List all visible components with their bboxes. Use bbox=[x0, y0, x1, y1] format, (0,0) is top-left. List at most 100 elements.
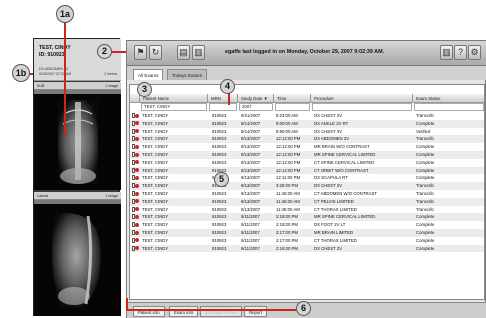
exam-status-icon[interactable] bbox=[132, 128, 139, 134]
table-row[interactable]: TEST, CINDY 910923 9/14/2007 8:50:00 AM DX C… bbox=[130, 128, 484, 136]
exam-status-icon[interactable] bbox=[132, 144, 139, 150]
patient-name: TEST, CINDY bbox=[39, 45, 71, 51]
refresh-icon[interactable]: ↻ bbox=[149, 45, 162, 60]
exam-status-icon[interactable] bbox=[132, 198, 139, 204]
settings-icon[interactable]: ⚙ bbox=[468, 45, 481, 60]
filter-procedure[interactable] bbox=[312, 103, 412, 111]
filter-study-date[interactable]: 2007 bbox=[239, 103, 273, 111]
cell-study-date: 9/13/2007 bbox=[241, 159, 261, 165]
cell-patient-name: TEST, CINDY bbox=[142, 214, 169, 220]
cell-mrn: 910923 bbox=[212, 144, 227, 150]
callout-4: 4 bbox=[220, 79, 235, 94]
column-header-study-date[interactable]: Study Date ▼ bbox=[238, 94, 274, 103]
table-row[interactable]: TEST, CINDY 910923 9/11/2007 2:18:00 PM MR S… bbox=[130, 213, 484, 222]
tab-patient-info[interactable]: Patient info bbox=[133, 306, 165, 317]
cell-study-date: 9/14/2007 bbox=[241, 120, 261, 126]
cell-exam-status: Transcrib bbox=[416, 113, 434, 118]
layout-icon[interactable]: ▥ bbox=[192, 45, 205, 60]
exam-status-icon[interactable] bbox=[132, 245, 139, 251]
table-row[interactable]: TEST, CINDY 910923 9/13/2007 12:12:00 PM DX … bbox=[130, 135, 484, 144]
filter-patient-name[interactable]: TEST, CINDY bbox=[141, 103, 207, 111]
exam-status-icon[interactable] bbox=[132, 214, 139, 220]
cell-time: 2:17:00 PM bbox=[276, 230, 298, 235]
exam-status-icon[interactable] bbox=[132, 136, 139, 142]
exam-status-icon[interactable] bbox=[132, 230, 139, 235]
cell-mrn: 910923 bbox=[212, 206, 227, 212]
exam-status-icon[interactable] bbox=[132, 183, 139, 189]
filter-exam-status[interactable] bbox=[414, 103, 484, 111]
series-count: 2 series bbox=[104, 72, 117, 76]
patient-image-panel: TEST, CINDY ID: 910923 DX ABDOMEN 2V 9/2… bbox=[33, 38, 121, 316]
table-row[interactable]: TEST, CINDY9109239/13/20073:26:00 PMDX C… bbox=[130, 182, 484, 190]
status-dot-icon bbox=[135, 246, 139, 251]
callout-5: 5 bbox=[214, 172, 229, 187]
xray-thumbnail-lateral[interactable] bbox=[34, 204, 121, 316]
table-row[interactable]: TEST, CINDY 910923 9/13/2007 12:12:00 PM MR … bbox=[130, 143, 484, 151]
table-row[interactable]: TEST, CINDY9109239/13/200712:11:00 PMDX … bbox=[130, 174, 484, 182]
search-person-icon[interactable]: ⚑ bbox=[134, 45, 147, 60]
exam-status-icon[interactable] bbox=[132, 237, 139, 243]
table-row[interactable]: TEST, CINDY 910923 9/13/2007 12:12:00 PM CT … bbox=[130, 159, 484, 167]
exam-status-icon[interactable] bbox=[132, 113, 139, 118]
table-row[interactable]: TEST, CINDY 910923 9/13/2007 12:12:00 PM MR … bbox=[130, 151, 484, 159]
nav-icon[interactable]: ▤ bbox=[177, 45, 190, 60]
cell-procedure: MR BRAIN W/O CONTRAST bbox=[314, 144, 370, 150]
table-row[interactable]: TEST, CINDY 910923 9/11/2007 2:17:00 PM MR B… bbox=[130, 229, 484, 237]
cell-exam-status: Complete bbox=[416, 214, 435, 220]
cell-study-date: 9/11/2007 bbox=[241, 245, 260, 251]
table-row[interactable]: TEST, CINDY 910923 9/11/2007 2:16:00 PM DX C… bbox=[130, 244, 484, 253]
filter-mrn[interactable] bbox=[209, 103, 237, 111]
exam-status-icon[interactable] bbox=[132, 175, 139, 181]
tab-zoomage-viewer[interactable]: Zoomage Viewer bbox=[200, 306, 243, 317]
cell-study-date: 9/13/2007 bbox=[241, 175, 261, 181]
table-row[interactable]: TEST, CINDY 910923 9/21/2007 8:23:00 AM DX C… bbox=[130, 112, 484, 120]
cell-exam-status: Transcrib bbox=[416, 206, 434, 212]
cell-mrn: 910923 bbox=[212, 230, 227, 235]
exam-status-icon[interactable] bbox=[132, 152, 139, 157]
cell-procedure: MR BRAIN LIMITED bbox=[314, 230, 354, 235]
cell-exam-status: Complete bbox=[416, 237, 435, 243]
table-row[interactable]: TEST, CINDY 910923 9/14/2007 9:00:00 AM DX A… bbox=[130, 119, 484, 128]
cell-patient-name: TEST, CINDY bbox=[142, 159, 169, 165]
exam-status-icon[interactable] bbox=[132, 159, 139, 165]
icon-column-header bbox=[130, 94, 140, 103]
cell-time: 11:46:00 AM bbox=[276, 191, 300, 196]
tab-todays-exams[interactable]: Todays Exams bbox=[167, 69, 207, 80]
column-header-time[interactable]: Time bbox=[274, 94, 311, 103]
exam-status-icon[interactable] bbox=[132, 206, 139, 212]
tab-all-exams[interactable]: All Exams bbox=[133, 69, 164, 80]
table-row[interactable]: TEST, CINDY 910923 9/13/2007 12:12:00 PM CT … bbox=[130, 166, 484, 175]
table-row[interactable]: TEST, CINDY 910923 9/11/2007 2:18:00 PM DX F… bbox=[130, 221, 484, 229]
table-row[interactable]: TEST, CINDY 910923 9/13/2007 11:45:00 AM CT … bbox=[130, 206, 484, 214]
table-row[interactable]: TEST, CINDY 910923 9/11/2007 2:17:00 PM CT T… bbox=[130, 237, 484, 245]
xray-thumbnail-kub[interactable] bbox=[34, 94, 121, 190]
tab-exam-info[interactable]: Exam info bbox=[169, 306, 199, 317]
exam-status-icon[interactable] bbox=[132, 120, 139, 126]
exam-status-icon[interactable] bbox=[132, 167, 139, 173]
series-title-bar[interactable]: Lateral 1 image bbox=[34, 192, 121, 200]
table-row[interactable]: TEST, CINDY 910923 9/13/2007 11:46:00 AM CT … bbox=[130, 197, 484, 206]
table-row[interactable]: TEST, CINDY 910923 9/13/2007 11:46:00 AM CT … bbox=[130, 190, 484, 198]
grid-view-icon[interactable]: ▥ bbox=[440, 45, 453, 60]
help-icon[interactable]: ? bbox=[454, 45, 467, 60]
cell-study-date: 9/13/2007 bbox=[241, 152, 261, 157]
toolbar: ⚑ ↻ ▤ ▥ egaffe last logged in on Monday,… bbox=[127, 41, 486, 66]
exam-status-icon[interactable] bbox=[132, 191, 139, 196]
tab-report[interactable]: Report bbox=[244, 306, 267, 317]
status-dot-icon bbox=[135, 191, 139, 196]
cell-patient-name: TEST, CINDY bbox=[142, 144, 169, 150]
column-header-procedure[interactable]: Procedure bbox=[311, 94, 413, 103]
cell-study-date: 9/14/2007 bbox=[241, 128, 261, 134]
callout-line-1a bbox=[64, 17, 66, 137]
series-title-bar[interactable]: KUB 1 image bbox=[34, 82, 121, 90]
cell-procedure: CT THORAX LIMITED bbox=[314, 237, 357, 243]
column-header-patient-name[interactable]: Patient Name bbox=[140, 94, 208, 103]
cell-time: 12:12:00 PM bbox=[276, 167, 301, 173]
cell-exam-status: Transcrib bbox=[416, 183, 434, 189]
cell-procedure: CT SPINE CERVICAL LIMITED bbox=[314, 159, 375, 165]
exam-status-icon[interactable] bbox=[132, 222, 139, 228]
column-header-exam-status[interactable]: Exam Status bbox=[413, 94, 484, 103]
callout-1b: 1b bbox=[12, 64, 30, 82]
filter-time[interactable] bbox=[275, 103, 310, 111]
column-header-mrn[interactable]: MRN bbox=[208, 94, 238, 103]
